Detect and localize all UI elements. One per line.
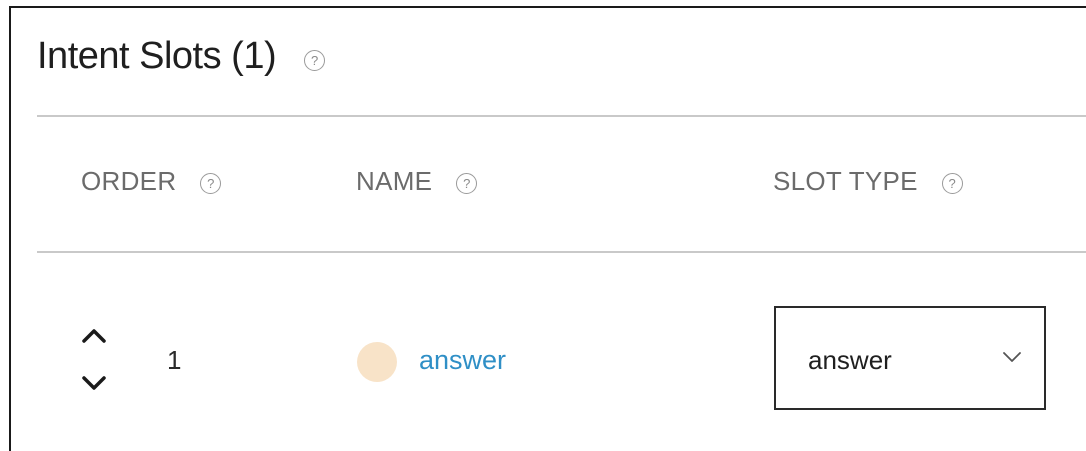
chevron-down-icon: [1003, 352, 1021, 362]
column-header-name-label: NAME: [356, 166, 433, 196]
column-header-slot-type-label: SLOT TYPE: [773, 166, 918, 196]
move-up-icon[interactable]: [77, 320, 111, 350]
column-header-order-label: ORDER: [81, 166, 177, 196]
slot-type-help-icon[interactable]: ?: [941, 172, 963, 194]
section-title: Intent Slots (1): [37, 34, 277, 77]
order-help-icon[interactable]: ?: [200, 172, 222, 194]
slot-color-dot: [357, 342, 397, 382]
column-header-slot-type: SLOT TYPE ?: [773, 166, 963, 197]
move-down-icon[interactable]: [77, 368, 111, 398]
slot-order-value: 1: [167, 345, 182, 375]
order-controls: [77, 320, 111, 400]
slot-type-select[interactable]: answer: [774, 306, 1046, 410]
name-help-icon[interactable]: ?: [456, 172, 478, 194]
section-header: Intent Slots (1) ?: [37, 26, 326, 86]
column-header-name: NAME ?: [356, 166, 478, 197]
row-divider: [37, 251, 1086, 253]
header-divider: [37, 115, 1086, 117]
title-help-icon[interactable]: ?: [304, 49, 326, 71]
slot-type-selected-value: answer: [808, 345, 892, 375]
intent-slots-panel: Intent Slots (1) ? ORDER ? NAME ? SLOT T…: [9, 6, 1086, 451]
column-header-order: ORDER ?: [81, 166, 222, 197]
slot-name-link[interactable]: answer: [419, 345, 506, 376]
